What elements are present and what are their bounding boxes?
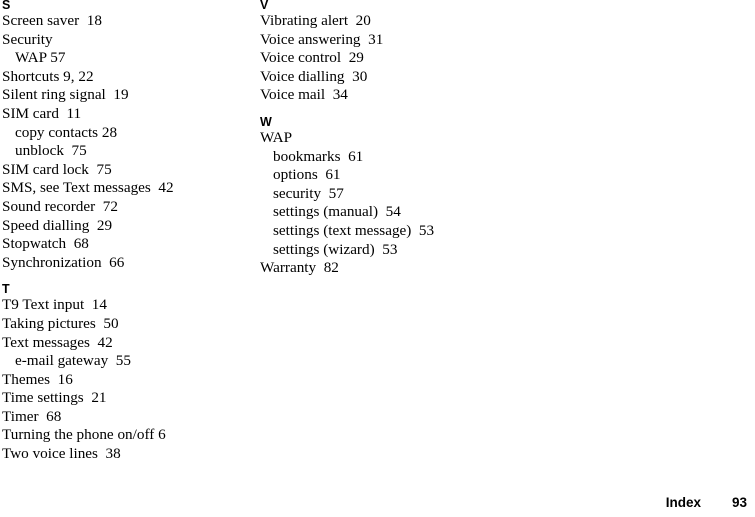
index-column-left: S Screen saver 18 Security WAP 57 Shortcuts … — [2, 0, 252, 464]
index-entry[interactable]: Synchronization 66 — [2, 254, 252, 273]
index-entry[interactable]: Speed dialling 29 — [2, 217, 252, 236]
footer-label: Index — [665, 495, 701, 510]
section-heading: T — [2, 282, 10, 297]
index-section-v: V Vibrating alert 20 Voice answering 31 Voi… — [260, 0, 560, 105]
index-subentry[interactable]: e-mail gateway 55 — [2, 352, 252, 371]
index-subentry[interactable]: settings (wizard) 53 — [260, 241, 560, 260]
index-entry[interactable]: Turning the phone on/off 6 — [2, 426, 252, 445]
index-entry[interactable]: SIM card 11 — [2, 105, 252, 124]
index-entry[interactable]: Sound recorder 72 — [2, 198, 252, 217]
index-entry[interactable]: WAP — [260, 129, 560, 148]
index-entry[interactable]: Stopwatch 68 — [2, 235, 252, 254]
index-subentry[interactable]: unblock 75 — [2, 142, 252, 161]
index-page: S Screen saver 18 Security WAP 57 Shortcuts … — [0, 0, 755, 517]
index-entry[interactable]: Voice dialling 30 — [260, 68, 560, 87]
index-entry[interactable]: Time settings 21 — [2, 389, 252, 408]
index-entry[interactable]: Voice answering 31 — [260, 31, 560, 50]
section-heading: V — [260, 0, 269, 12]
index-entry[interactable]: Vibrating alert 20 — [260, 12, 560, 31]
index-entry[interactable]: Taking pictures 50 — [2, 315, 252, 334]
index-entry[interactable]: Themes 16 — [2, 371, 252, 390]
index-entry[interactable]: T9 Text input 14 — [2, 296, 252, 315]
index-entry[interactable]: Security — [2, 31, 252, 50]
index-entry[interactable]: Two voice lines 38 — [2, 445, 252, 464]
section-heading: W — [260, 114, 272, 129]
index-entry[interactable]: SMS, see Text messages 42 — [2, 179, 252, 198]
index-subentry[interactable]: options 61 — [260, 166, 560, 185]
index-subentry[interactable]: settings (text message) 53 — [260, 222, 560, 241]
index-column-right: V Vibrating alert 20 Voice answering 31 Voi… — [260, 0, 560, 278]
index-subentry[interactable]: WAP 57 — [2, 49, 252, 68]
index-entry[interactable]: Text messages 42 — [2, 334, 252, 353]
index-section-t: T T9 Text input 14 Taking pictures 50 Text … — [2, 282, 252, 463]
index-subentry[interactable]: settings (manual) 54 — [260, 203, 560, 222]
page-footer: Index 93 — [0, 495, 747, 511]
index-entry[interactable]: SIM card lock 75 — [2, 161, 252, 180]
section-heading: S — [2, 0, 11, 12]
index-entry[interactable]: Timer 68 — [2, 408, 252, 427]
footer-page-number: 93 — [731, 495, 747, 510]
index-section-s: S Screen saver 18 Security WAP 57 Shortcuts … — [2, 0, 252, 272]
index-entry[interactable]: Silent ring signal 19 — [2, 86, 252, 105]
index-entry[interactable]: Warranty 82 — [260, 259, 560, 278]
index-entry[interactable]: Voice control 29 — [260, 49, 560, 68]
index-entry[interactable]: Screen saver 18 — [2, 12, 252, 31]
index-section-w: W WAP bookmarks 61 options 61 security 57 set… — [260, 115, 560, 278]
index-entry[interactable]: Shortcuts 9, 22 — [2, 68, 252, 87]
index-subentry[interactable]: security 57 — [260, 185, 560, 204]
index-subentry[interactable]: copy contacts 28 — [2, 124, 252, 143]
index-entry[interactable]: Voice mail 34 — [260, 86, 560, 105]
index-subentry[interactable]: bookmarks 61 — [260, 148, 560, 167]
